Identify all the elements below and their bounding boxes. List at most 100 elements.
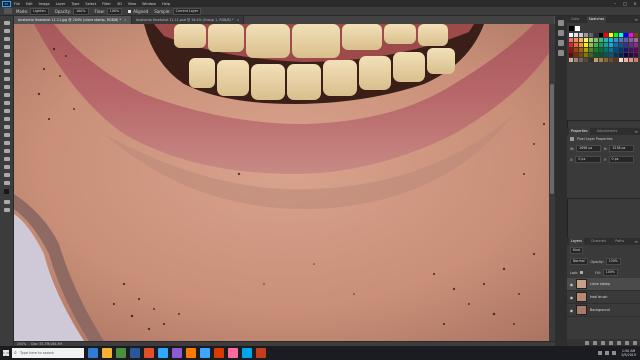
- tab-swatches[interactable]: Swatches: [586, 16, 607, 23]
- swatch-color[interactable]: [569, 53, 573, 57]
- swatch-foreground[interactable]: [569, 26, 574, 31]
- swatch-color[interactable]: [604, 38, 608, 42]
- swatch-color[interactable]: [574, 33, 578, 37]
- swatch-color[interactable]: [599, 53, 603, 57]
- eraser-tool-icon[interactable]: [3, 100, 11, 106]
- swatch-color[interactable]: [589, 43, 593, 47]
- clone-stamp-tool-preset-icon[interactable]: [4, 8, 12, 14]
- swatch-color[interactable]: [569, 38, 573, 42]
- swatch-color[interactable]: [584, 58, 588, 62]
- aligned-checkbox[interactable]: [128, 9, 132, 13]
- network-icon[interactable]: [598, 351, 603, 355]
- flow-control[interactable]: Flow: 100%: [95, 7, 123, 15]
- taskbar-app-icon[interactable]: [242, 348, 252, 358]
- swatch-color[interactable]: [609, 48, 613, 52]
- sample-select[interactable]: Current Layer: [172, 7, 202, 15]
- swatch-color[interactable]: [589, 58, 593, 62]
- foreground-background-color-icon[interactable]: [3, 188, 11, 197]
- shape-tool-icon[interactable]: [3, 156, 11, 162]
- fill-field[interactable]: 100%: [602, 269, 618, 276]
- swatch-color[interactable]: [619, 38, 623, 42]
- lasso-tool-icon[interactable]: [3, 36, 11, 42]
- delete-layer-icon[interactable]: [633, 340, 637, 345]
- opacity-field[interactable]: 100%: [73, 7, 89, 15]
- mode-select[interactable]: Lighten: [30, 7, 49, 15]
- crop-tool-icon[interactable]: [3, 52, 11, 58]
- menu-select[interactable]: Select: [85, 2, 96, 6]
- lock-icon[interactable]: [580, 271, 584, 274]
- visibility-eye-icon[interactable]: ◉: [569, 295, 574, 300]
- taskbar-app-icon[interactable]: [256, 348, 266, 358]
- swatch-color[interactable]: [604, 33, 608, 37]
- layer-filter-select[interactable]: Kind: [570, 247, 584, 254]
- menu-filter[interactable]: Filter: [102, 2, 111, 6]
- swatch-color[interactable]: [609, 53, 613, 57]
- swatch-color[interactable]: [629, 38, 633, 42]
- x-field[interactable]: 0 px: [575, 156, 601, 163]
- add-mask-icon[interactable]: [601, 340, 605, 345]
- panel-menu-icon[interactable]: ≡: [635, 128, 638, 135]
- swatch-color[interactable]: [624, 33, 628, 37]
- hand-tool-icon[interactable]: [3, 164, 11, 170]
- tab-channels[interactable]: Channels: [589, 238, 608, 245]
- close-tab-icon[interactable]: ×: [124, 18, 127, 22]
- gradient-tool-icon[interactable]: [3, 108, 11, 114]
- swatch-color[interactable]: [624, 48, 628, 52]
- swatch-color[interactable]: [574, 53, 578, 57]
- taskbar-app-icon[interactable]: [214, 348, 224, 358]
- history-panel-icon[interactable]: [558, 20, 564, 26]
- scrollbar-thumb[interactable]: [550, 84, 554, 194]
- swatch-color[interactable]: [604, 43, 608, 47]
- swatch-color[interactable]: [604, 48, 608, 52]
- swatch-color[interactable]: [629, 58, 633, 62]
- swatch-color[interactable]: [579, 38, 583, 42]
- swatch-color[interactable]: [634, 53, 638, 57]
- taskbar-app-icon[interactable]: [88, 348, 98, 358]
- swatch-color[interactable]: [579, 43, 583, 47]
- swatch-color[interactable]: [619, 33, 623, 37]
- layer-row[interactable]: ◉ heal brush: [567, 291, 640, 304]
- swatch-color[interactable]: [624, 38, 628, 42]
- menu-layer[interactable]: Layer: [56, 2, 66, 6]
- eyedropper-tool-icon[interactable]: [3, 60, 11, 66]
- zoom-tool-icon[interactable]: [3, 172, 11, 178]
- taskbar-clock[interactable]: 1:50 AM 2/9/2019: [621, 349, 636, 357]
- swatch-color[interactable]: [634, 58, 638, 62]
- taskbar-search-box[interactable]: Type here to search: [12, 348, 84, 358]
- swatch-color[interactable]: [594, 33, 598, 37]
- menu-window[interactable]: Window: [142, 2, 156, 6]
- swatch-color[interactable]: [624, 58, 628, 62]
- swatch-background[interactable]: [575, 26, 580, 31]
- document-canvas[interactable]: [14, 24, 555, 341]
- brush-panel-icon[interactable]: [558, 30, 564, 36]
- swatch-color[interactable]: [579, 48, 583, 52]
- panel-menu-icon[interactable]: ≡: [635, 16, 638, 23]
- blend-mode-select[interactable]: Normal: [570, 258, 588, 265]
- screen-mode-icon[interactable]: [3, 207, 11, 213]
- swatch-color[interactable]: [629, 43, 633, 47]
- swatch-color[interactable]: [609, 58, 613, 62]
- swatch-color[interactable]: [589, 48, 593, 52]
- swatch-color[interactable]: [614, 38, 618, 42]
- swatch-color[interactable]: [634, 38, 638, 42]
- menu-image[interactable]: Image: [39, 2, 50, 6]
- clone-stamp-tool-icon[interactable]: [3, 84, 11, 90]
- layer-row[interactable]: ◉ Background: [567, 304, 640, 317]
- swatch-color[interactable]: [589, 53, 593, 57]
- swatch-color[interactable]: [604, 53, 608, 57]
- swatch-color[interactable]: [609, 33, 613, 37]
- swatch-color[interactable]: [584, 53, 588, 57]
- marquee-tool-icon[interactable]: [3, 28, 11, 34]
- sample-control[interactable]: Sample: Current Layer: [154, 7, 202, 15]
- taskbar-app-icon[interactable]: [228, 348, 238, 358]
- swatch-color[interactable]: [594, 58, 598, 62]
- quick-select-tool-icon[interactable]: [3, 44, 11, 50]
- tab-layers[interactable]: Layers: [569, 238, 584, 245]
- taskbar-app-icon[interactable]: [116, 348, 126, 358]
- visibility-eye-icon[interactable]: ◉: [569, 282, 574, 287]
- taskbar-app-icon[interactable]: [130, 348, 140, 358]
- swatch-color[interactable]: [569, 48, 573, 52]
- swatch-color[interactable]: [599, 38, 603, 42]
- layer-opacity-field[interactable]: 100%: [605, 258, 621, 265]
- new-layer-icon[interactable]: [625, 340, 629, 345]
